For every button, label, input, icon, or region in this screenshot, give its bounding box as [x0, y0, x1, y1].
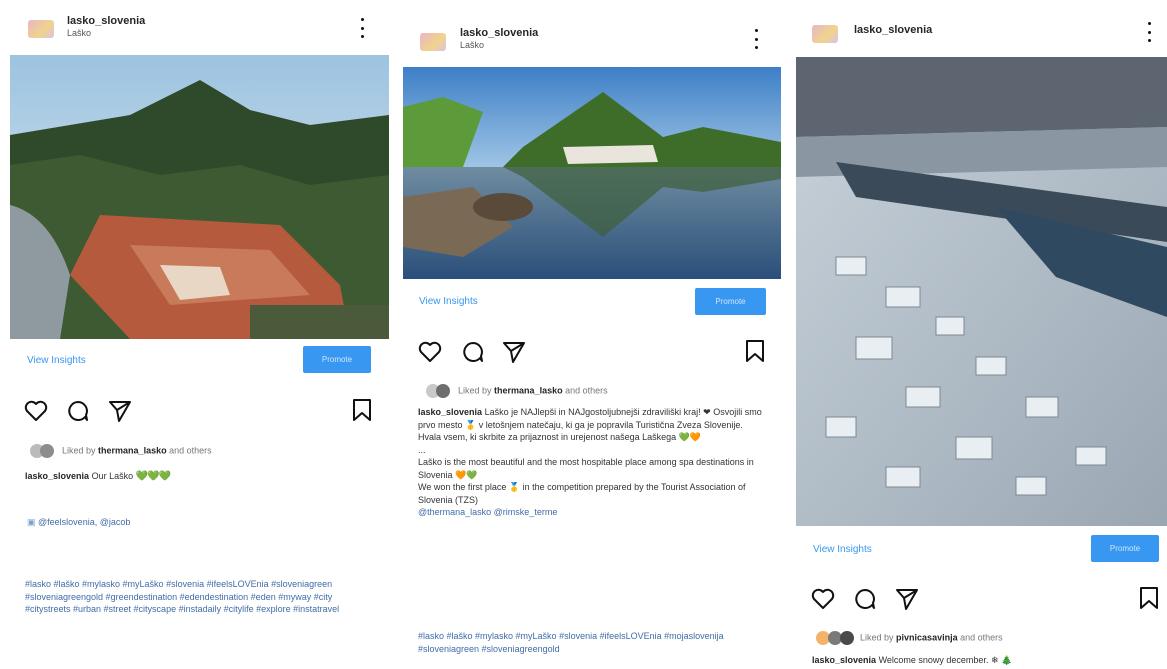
action-bar — [811, 586, 1161, 612]
liker-avatars — [426, 384, 454, 398]
bookmark-icon[interactable] — [745, 339, 765, 363]
liked-by[interactable]: Liked by pivnicasavinja and others — [816, 631, 1003, 645]
share-icon[interactable] — [502, 340, 526, 364]
post-photo[interactable] — [403, 67, 781, 279]
post-card-2: lasko_slovenia Laško View Insights Promo… — [398, 0, 783, 669]
post-caption: lasko_slovenia Laško je NAJlepši in NAJg… — [418, 406, 768, 519]
caption-english-2: We won the first place 🥇 in the competit… — [418, 482, 746, 505]
view-insights-link[interactable]: View Insights — [27, 355, 86, 366]
heart-icon[interactable] — [418, 341, 442, 363]
post-username[interactable]: lasko_slovenia — [67, 15, 145, 27]
green-hearts: 💚💚💚 — [135, 471, 171, 482]
post-location[interactable]: Laško — [67, 28, 91, 38]
post-username[interactable]: lasko_slovenia — [460, 27, 538, 39]
hashtags[interactable]: #lasko #laško #mylasko #myLaško #sloveni… — [418, 630, 768, 655]
liked-user[interactable]: thermana_lasko — [98, 445, 167, 455]
post-username[interactable]: lasko_slovenia — [854, 24, 932, 36]
post-caption: lasko_slovenia Welcome snowy december. ❄… — [812, 654, 1162, 667]
credit-text[interactable]: @feelslovenia, @jacob — [38, 517, 130, 527]
post-card-3: lasko_slovenia View Insights Promote Lik… — [792, 0, 1167, 669]
avatar[interactable] — [812, 25, 838, 43]
action-bar — [24, 398, 374, 424]
comment-icon[interactable] — [853, 587, 877, 611]
post-photo[interactable] — [796, 57, 1167, 526]
liked-by[interactable]: Liked by thermana_lasko and others — [30, 444, 212, 458]
promote-button[interactable]: Promote — [1091, 535, 1159, 562]
share-icon[interactable] — [895, 587, 919, 611]
caption-ellipsis: ... — [418, 444, 426, 455]
caption-mentions[interactable]: @thermana_lasko @rimske_terme — [418, 507, 557, 517]
action-bar — [418, 339, 768, 365]
avatar[interactable] — [420, 33, 446, 51]
share-icon[interactable] — [108, 399, 132, 423]
liked-prefix: Liked by — [62, 445, 96, 456]
caption-username[interactable]: lasko_slovenia — [812, 655, 876, 665]
bookmark-icon[interactable] — [1139, 586, 1159, 610]
photo-credit[interactable]: ▣ @feelslovenia, @jacob — [27, 517, 130, 528]
post-card-1: lasko_slovenia Laško View Insights Promo… — [0, 0, 390, 669]
more-icon[interactable] — [1146, 22, 1152, 42]
camera-icon: ▣ — [27, 517, 36, 527]
promote-button[interactable]: Promote — [303, 346, 371, 373]
hashtags[interactable]: #lasko #laško #mylasko #myLaško #sloveni… — [25, 578, 377, 616]
caption-text: Welcome snowy december. ❄ 🎄 — [878, 655, 1013, 665]
view-insights-link[interactable]: View Insights — [419, 296, 478, 307]
liked-user[interactable]: pivnicasavinja — [896, 632, 958, 642]
caption-username[interactable]: lasko_slovenia — [25, 471, 89, 481]
more-icon[interactable] — [753, 29, 759, 49]
liker-avatars — [30, 444, 58, 458]
heart-icon[interactable] — [811, 588, 835, 610]
liked-prefix: Liked by — [458, 385, 492, 396]
liked-by[interactable]: Liked by thermana_lasko and others — [426, 384, 608, 398]
liked-suffix: and others — [565, 385, 608, 396]
comment-icon[interactable] — [461, 340, 485, 364]
liked-suffix: and others — [169, 445, 212, 456]
view-insights-link[interactable]: View Insights — [813, 544, 872, 555]
caption-english-1: Laško is the most beautiful and the most… — [418, 457, 754, 480]
post-photo[interactable] — [10, 55, 389, 339]
comment-icon[interactable] — [66, 399, 90, 423]
liker-avatars — [816, 631, 856, 645]
promote-button[interactable]: Promote — [695, 288, 766, 315]
more-icon[interactable] — [359, 18, 365, 38]
post-location[interactable]: Laško — [460, 40, 484, 50]
bookmark-icon[interactable] — [352, 398, 372, 422]
avatar[interactable] — [28, 20, 54, 38]
liked-prefix: Liked by — [860, 632, 894, 643]
heart-icon[interactable] — [24, 400, 48, 422]
post-caption: lasko_slovenia Our Laško 💚💚💚 — [25, 470, 375, 484]
liked-user[interactable]: thermana_lasko — [494, 385, 563, 395]
caption-text: Our Laško — [91, 471, 134, 481]
liked-suffix: and others — [960, 632, 1003, 643]
caption-username[interactable]: lasko_slovenia — [418, 407, 482, 417]
